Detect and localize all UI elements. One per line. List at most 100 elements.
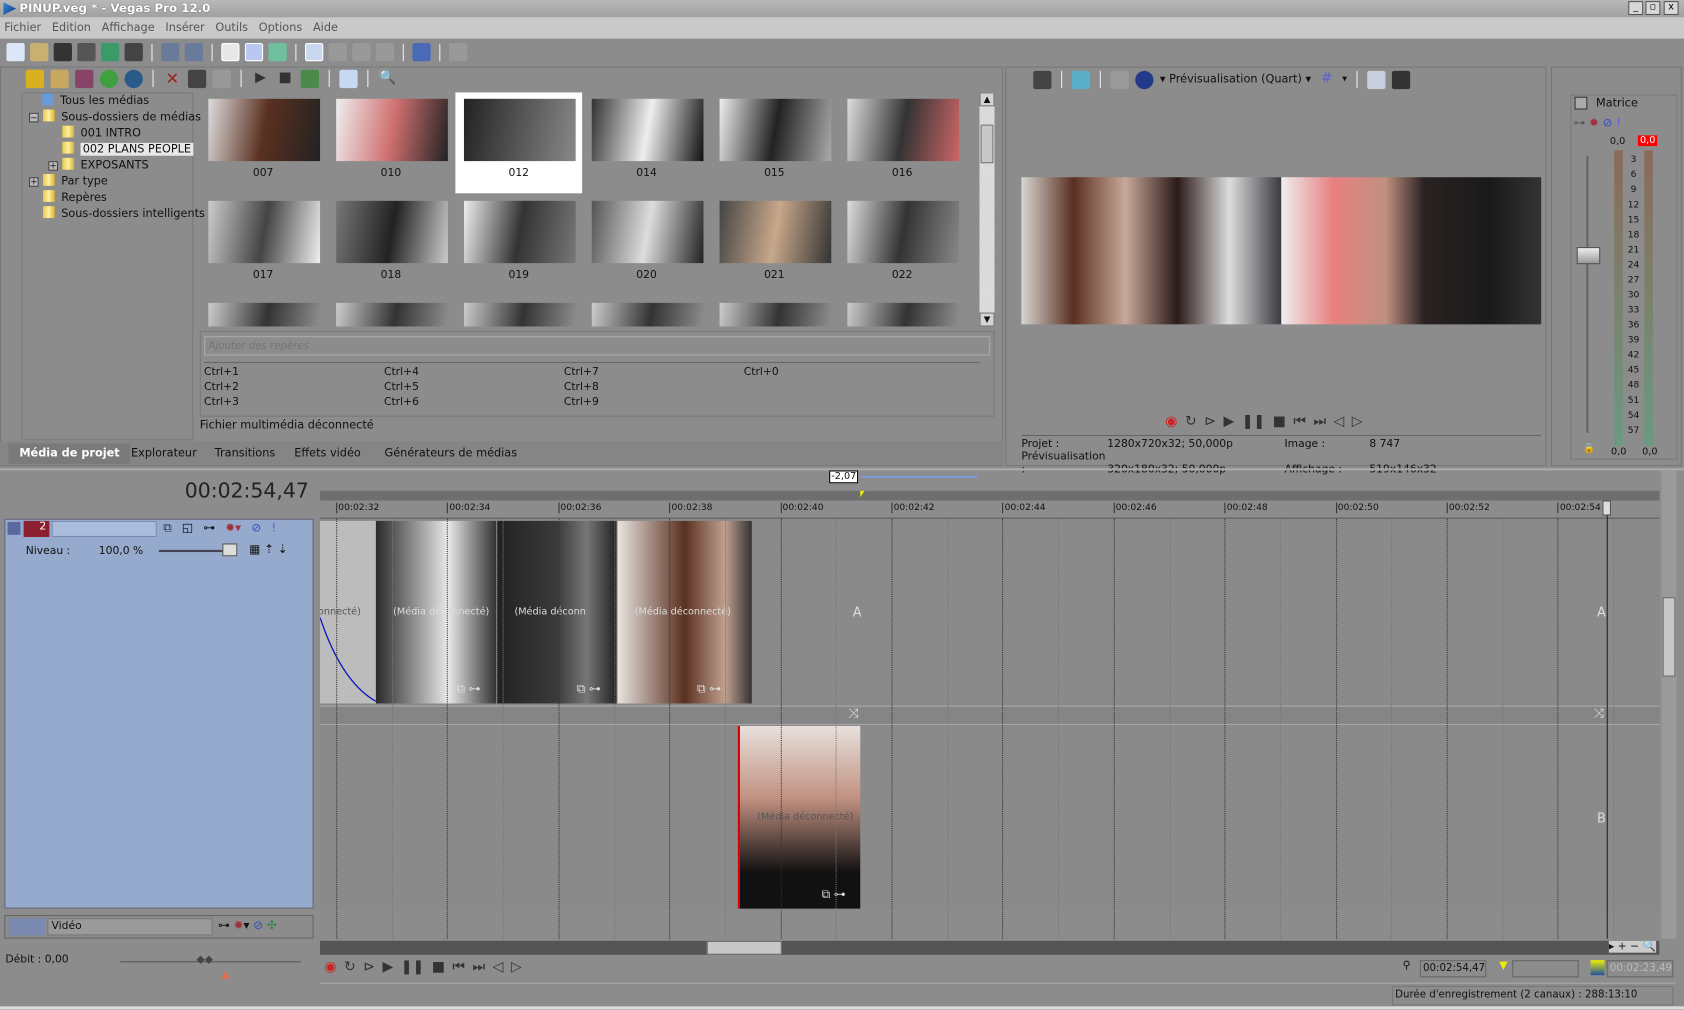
save-as-icon[interactable] [77, 42, 96, 62]
properties-icon[interactable] [124, 42, 143, 62]
marker-shortcut[interactable]: Ctrl+7 [564, 366, 599, 378]
marker-shortcut[interactable]: Ctrl+1 [204, 366, 239, 378]
save-icon[interactable] [53, 42, 72, 62]
save-snapshot-icon[interactable] [1392, 70, 1411, 89]
track-2-lane[interactable] [320, 724, 1660, 910]
media-thumbnail[interactable]: 014 [583, 92, 710, 193]
menu-outils[interactable]: Outils [215, 21, 254, 34]
video-fx-icon[interactable] [1110, 70, 1129, 89]
clip-faded[interactable]: onnecté) [320, 520, 376, 704]
media-thumbnail[interactable]: 018 [328, 194, 455, 295]
video-bus-fx[interactable]: ⊶ ✹▾ ⊘ ✣ [218, 918, 277, 932]
master-fader[interactable] [1576, 247, 1601, 265]
vscroll-thumb[interactable] [1662, 597, 1676, 677]
menu-fichier[interactable]: Fichier [4, 21, 47, 34]
swap-ab-icon[interactable]: ⤨ [848, 706, 858, 722]
media-thumbnail[interactable] [455, 296, 582, 327]
marker-shortcut[interactable]: Ctrl+9 [564, 396, 599, 408]
copy-snapshot-icon[interactable] [1367, 70, 1386, 89]
external-monitor-icon[interactable] [1071, 70, 1091, 89]
close-button[interactable]: x [1663, 1, 1679, 16]
selection-start-field[interactable] [1512, 960, 1579, 978]
marker-shortcut[interactable]: Ctrl+3 [204, 396, 239, 408]
tree-item-subfolders[interactable]: − Sous-dossiers de médias [28, 109, 201, 126]
playhead[interactable] [1606, 500, 1608, 939]
next-frame-button[interactable]: ▷ [511, 959, 522, 975]
render-icon[interactable] [100, 42, 120, 62]
preview-quality-dropdown[interactable]: ▾ Prévisualisation (Quart) ▾ [1160, 73, 1311, 86]
auto-preview-icon[interactable] [300, 69, 319, 88]
snap-icon[interactable] [244, 42, 264, 62]
selection-length-field[interactable]: 00:02:23,49 [1606, 960, 1674, 978]
tree-item-par-type[interactable]: + Par type [28, 173, 108, 190]
go-start-button[interactable]: ⏮ [1293, 413, 1306, 429]
loop-marker-icon[interactable] [860, 490, 865, 498]
media-thumbnail[interactable] [583, 296, 710, 327]
auto-ripple-icon[interactable] [221, 42, 240, 62]
media-thumbnail[interactable]: 022 [839, 194, 966, 295]
track-header-video[interactable] [4, 518, 314, 909]
add-markers-input[interactable] [204, 336, 991, 356]
marker-shortcut[interactable]: Ctrl+5 [384, 381, 419, 393]
menu-options[interactable]: Options [259, 21, 309, 34]
media-scrollbar[interactable]: ▲ ▼ [979, 92, 995, 327]
media-thumbnail[interactable] [328, 296, 455, 327]
search-media-icon[interactable] [124, 69, 143, 88]
track-fx-buttons[interactable]: ⧉ ◱ ⊶ ✹▾ ⊘ ! [163, 521, 276, 536]
play-button[interactable]: ▶ [1223, 413, 1234, 429]
transition-lane[interactable] [320, 705, 1660, 725]
zoom-tool-icon[interactable] [375, 42, 395, 62]
timeline-vscroll[interactable] [1661, 470, 1677, 939]
selection-tool-icon[interactable] [352, 42, 371, 62]
go-end-button[interactable]: ⏭ [1313, 413, 1326, 429]
tab-transitions[interactable]: Transitions [204, 444, 286, 464]
timeline-ruler[interactable]: 00:02:32 00:02:34 00:02:36 00:02:38 00:02:40… [320, 500, 1660, 519]
menu-affichage[interactable]: Affichage [102, 21, 161, 34]
rate-slider-thumb[interactable]: ◆◆ [197, 954, 214, 966]
media-thumbnail[interactable]: 021 [711, 194, 838, 295]
prev-frame-button[interactable]: ◁ [493, 959, 504, 975]
record-button[interactable]: ◉ [1165, 413, 1177, 429]
media-thumbnail[interactable] [200, 296, 327, 327]
lock-icon[interactable]: 🔒 [1583, 444, 1595, 455]
search-icon[interactable]: 🔍 [378, 69, 396, 87]
marker-shortcut[interactable]: Ctrl+0 [744, 366, 779, 378]
maximize-button[interactable]: ▫ [1645, 1, 1661, 16]
swap-ab-icon-end[interactable]: ⤨ [1594, 706, 1604, 722]
get-media-web-icon[interactable] [99, 69, 119, 88]
media-thumbnail[interactable]: 012 [455, 92, 583, 194]
media-thumbnail[interactable]: 007 [200, 92, 327, 193]
marker-bar[interactable] [320, 490, 1660, 501]
track-name-input[interactable] [51, 520, 157, 537]
track-level-icons[interactable]: ▦ ⇡ ⇣ [249, 542, 287, 556]
media-thumbnail[interactable] [839, 296, 966, 327]
get-photo-icon[interactable] [75, 69, 94, 88]
menu-inserer[interactable]: Insérer [165, 21, 211, 34]
minimize-button[interactable]: _ [1628, 1, 1644, 16]
next-frame-button[interactable]: ▷ [1352, 413, 1363, 429]
media-thumbnail[interactable] [711, 296, 838, 327]
crossfade-icon[interactable] [268, 42, 287, 62]
help-cursor-icon[interactable] [412, 42, 431, 62]
new-icon[interactable] [6, 42, 25, 62]
tab-generateurs[interactable]: Générateurs de médias [374, 444, 528, 464]
scroll-down-button[interactable]: ▼ [979, 312, 995, 327]
envelope-tool-icon[interactable] [328, 42, 347, 62]
play-icon[interactable]: ▶ [251, 69, 269, 87]
whats-this-icon[interactable] [448, 42, 468, 62]
marker-shortcut[interactable]: Ctrl+6 [384, 396, 419, 408]
import-media-icon[interactable] [25, 69, 45, 88]
split-screen-icon[interactable] [1135, 70, 1154, 89]
stop-button[interactable]: ■ [432, 959, 445, 975]
marker-shortcut[interactable]: Ctrl+4 [384, 366, 419, 378]
go-start-button[interactable]: ⏮ [452, 959, 465, 975]
prev-frame-button[interactable]: ◁ [1334, 413, 1345, 429]
capture-icon[interactable] [50, 69, 69, 88]
loop-button[interactable]: ↻ [344, 959, 356, 975]
normal-edit-tool-icon[interactable] [305, 42, 324, 62]
play-button[interactable]: ▶ [383, 959, 394, 975]
remove-icon[interactable]: ✕ [163, 69, 181, 87]
media-thumbnail[interactable]: 010 [328, 92, 455, 193]
rate-marker[interactable]: -2,07 [829, 470, 859, 484]
playhead-handle[interactable] [1602, 500, 1611, 516]
